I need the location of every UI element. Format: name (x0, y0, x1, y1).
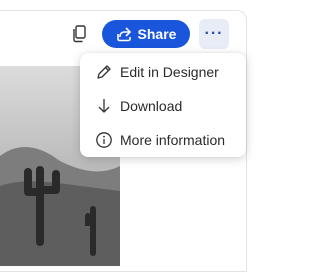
share-arrow-icon (116, 26, 132, 42)
options-menu: Edit in Designer Download More informati… (80, 53, 246, 157)
info-icon (94, 130, 114, 150)
menu-item-label: More information (120, 132, 226, 148)
pencil-icon (94, 62, 114, 82)
copy-icon (73, 25, 86, 43)
copy-button[interactable] (70, 23, 88, 45)
share-button[interactable]: Share (102, 20, 190, 48)
menu-item-label: Edit in Designer (120, 64, 219, 80)
menu-item-edit-in-designer[interactable]: Edit in Designer (80, 55, 246, 89)
ellipsis-icon: ··· (204, 25, 224, 42)
menu-item-download[interactable]: Download (80, 89, 246, 123)
share-label: Share (137, 26, 177, 42)
more-options-button[interactable]: ··· (199, 19, 229, 49)
download-arrow-icon (94, 96, 114, 116)
menu-item-more-information[interactable]: More information (80, 123, 246, 157)
menu-item-label: Download (120, 98, 183, 114)
